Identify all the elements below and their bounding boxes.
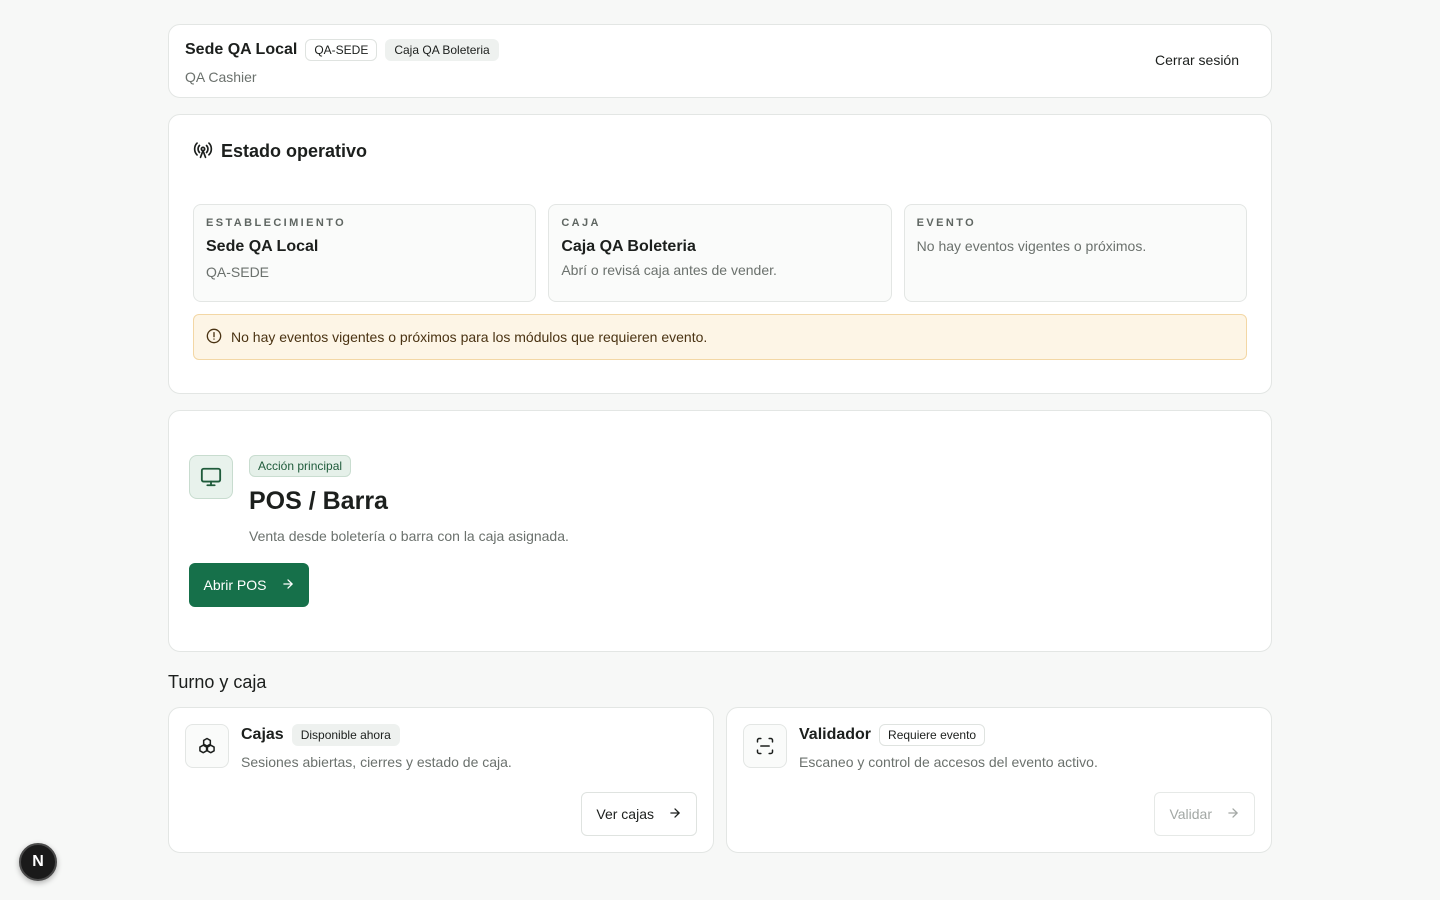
register-label: CAJA [561, 217, 601, 229]
section-title: Turno y caja [168, 672, 267, 692]
event-message: No hay eventos vigentes o próximos. [916, 238, 1147, 254]
open-pos-label: Abrir POS [203, 577, 267, 593]
establishment-code: QA-SEDE [206, 264, 270, 280]
module-description: Sesiones abiertas, cierres y estado de c… [241, 754, 512, 770]
arrow-right-icon [1226, 806, 1240, 823]
event-box: EVENTO No hay eventos vigentes o próximo… [903, 204, 1247, 302]
validate-button[interactable]: Validar [1154, 792, 1255, 836]
register-name: Caja QA Boleteria [561, 238, 696, 255]
pos-description: Venta desde boletería o barra con la caj… [249, 528, 569, 544]
register-hint: Abrí o revisá caja antes de vender. [561, 262, 777, 278]
scan-icon [743, 724, 787, 768]
module-description: Escaneo y control de accesos del evento … [799, 754, 1098, 770]
establishment-box: ESTABLECIMIENTO Sede QA Local QA-SEDE [193, 204, 537, 302]
status-panel: Estado operativo ESTABLECIMIENTO Sede QA… [168, 114, 1272, 394]
register-box: CAJA Caja QA Boleteria Abrí o revisá caj… [548, 204, 892, 302]
module-card-cajas: Cajas Disponible ahora Sesiones abiertas… [168, 707, 714, 853]
view-registers-label: Ver cajas [596, 806, 654, 822]
pos-title: POS / Barra [249, 487, 388, 515]
module-name: Validador [799, 726, 872, 743]
logout-button[interactable]: Cerrar sesión [1155, 52, 1239, 68]
validate-label: Validar [1169, 806, 1212, 822]
site-code-badge: QA-SEDE [305, 39, 378, 61]
module-card-validador: Validador Requiere evento Escaneo y cont… [726, 707, 1272, 853]
session-header: Sede QA Local QA-SEDE Caja QA Boleteria … [168, 24, 1272, 98]
event-alert: No hay eventos vigentes o próximos para … [193, 314, 1247, 360]
establishment-name: Sede QA Local [206, 238, 319, 255]
module-status-badge: Disponible ahora [291, 724, 400, 746]
status-title: Estado operativo [221, 141, 368, 161]
view-registers-button[interactable]: Ver cajas [581, 792, 697, 836]
alert-text: No hay eventos vigentes o próximos para … [231, 329, 708, 345]
primary-action-badge: Acción principal [249, 455, 352, 477]
boxes-icon [185, 724, 229, 768]
dashboard: Sede QA Local QA-SEDE Caja QA Boleteria … [168, 24, 1272, 853]
module-status-badge: Requiere evento [879, 724, 986, 746]
site-name: Sede QA Local [185, 41, 298, 58]
arrow-right-icon [281, 577, 295, 594]
arrow-right-icon [668, 806, 682, 823]
module-name: Cajas [241, 726, 284, 743]
register-badge: Caja QA Boleteria [385, 39, 499, 61]
alert-circle-icon [206, 328, 222, 347]
open-pos-button[interactable]: Abrir POS [189, 563, 309, 607]
dev-tools-button[interactable]: N [19, 843, 57, 881]
monitor-icon [189, 455, 233, 499]
broadcast-icon [193, 139, 213, 164]
pos-card: Acción principal POS / Barra Venta desde… [168, 410, 1272, 652]
event-label: EVENTO [916, 217, 977, 229]
user-name: QA Cashier [185, 69, 257, 85]
establishment-label: ESTABLECIMIENTO [206, 217, 347, 229]
